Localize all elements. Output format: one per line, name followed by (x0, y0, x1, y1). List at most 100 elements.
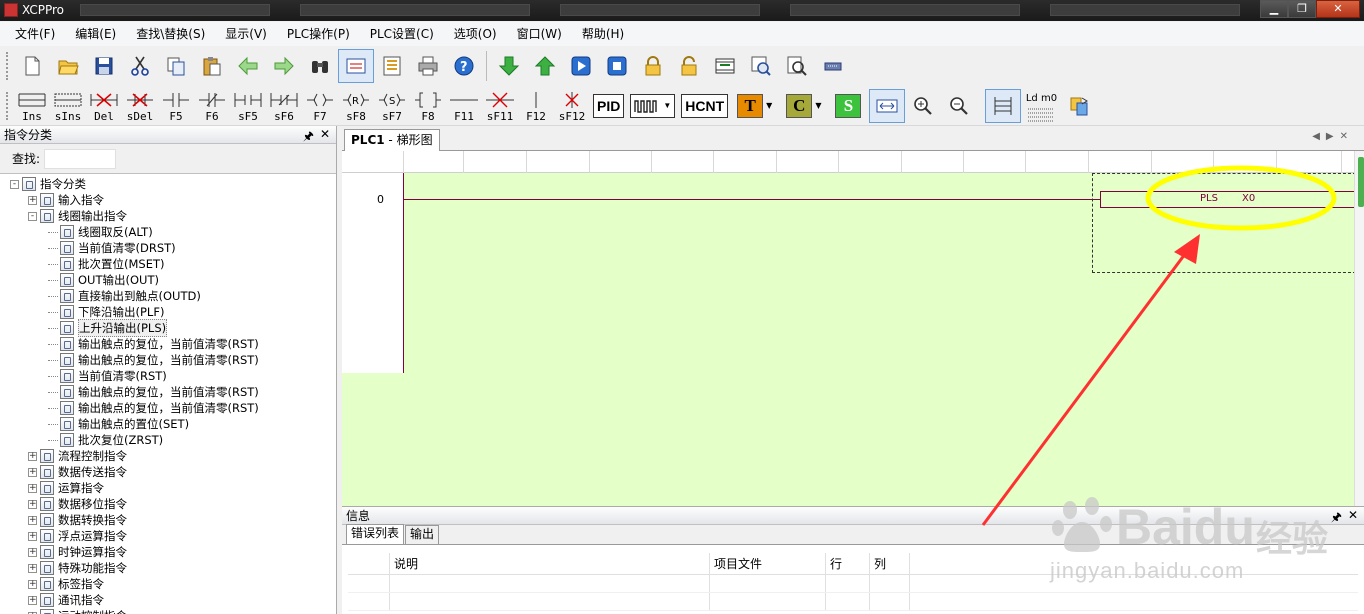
menu-plc-operation[interactable]: PLC操作(P) (276, 22, 359, 46)
expand-icon[interactable]: + (28, 515, 37, 525)
run-button[interactable] (563, 49, 599, 83)
tree-item[interactable]: 输出触点的复位，当前值清零(RST) (0, 384, 336, 400)
maximize-button[interactable]: ❐ (1288, 0, 1316, 18)
search-doc-button[interactable] (779, 49, 815, 83)
expand-icon[interactable]: + (28, 195, 37, 205)
tree-item[interactable]: 线圈取反(ALT) (0, 224, 336, 240)
paste-button[interactable] (194, 49, 230, 83)
tree-item[interactable]: 直接输出到触点(OUTD) (0, 288, 336, 304)
ladder-view-button[interactable] (338, 49, 374, 83)
tab-nav-arrows[interactable]: ◀▶✕ (1312, 131, 1354, 142)
tree-item[interactable]: 输出触点的置位(SET) (0, 416, 336, 432)
dropdown-arrow-icon[interactable]: ▼ (766, 101, 772, 110)
close-button[interactable]: ✕ (1316, 0, 1360, 18)
expand-icon[interactable]: + (28, 531, 37, 541)
col-header-description[interactable]: 说明 (390, 553, 710, 574)
tree-item[interactable]: + 通讯指令 (0, 592, 336, 608)
timer-button[interactable]: T (737, 93, 764, 118)
lock-button[interactable] (635, 49, 671, 83)
tree-item[interactable]: OUT输出(OUT) (0, 272, 336, 288)
expand-icon[interactable]: + (28, 483, 37, 493)
menu-window[interactable]: 窗口(W) (506, 22, 571, 46)
tab-plc1-ladder[interactable]: PLC1 - 梯形图 (344, 129, 440, 151)
tree-item[interactable]: + 标签指令 (0, 576, 336, 592)
tree-item[interactable]: - 指令分类 (0, 176, 336, 192)
coil-button[interactable]: F7 (302, 87, 338, 125)
delete-vertical-button[interactable]: sF12 (554, 87, 590, 125)
expand-icon[interactable]: + (28, 451, 37, 461)
vertical-line-button[interactable]: F12 (518, 87, 554, 125)
tree-item[interactable]: + 数据移位指令 (0, 496, 336, 512)
tab-output[interactable]: 输出 (405, 525, 440, 544)
no-contact-button[interactable]: F5 (158, 87, 194, 125)
menu-find-replace[interactable]: 查找\替换(S) (125, 22, 214, 46)
film-button[interactable] (707, 49, 743, 83)
col-header-project-file[interactable]: 项目文件 (710, 553, 826, 574)
vertical-scrollbar[interactable] (1354, 151, 1364, 506)
toolbar-grip[interactable] (6, 52, 10, 80)
tree-item[interactable]: 下降沿输出(PLF) (0, 304, 336, 320)
menu-plc-settings[interactable]: PLC设置(C) (359, 22, 443, 46)
tree-item[interactable]: 输出触点的复位，当前值清零(RST) (0, 336, 336, 352)
tree-item[interactable]: 上升沿输出(PLS) (0, 319, 336, 337)
tree-item[interactable]: 当前值清零(RST) (0, 368, 336, 384)
convert-button[interactable] (1061, 89, 1097, 123)
expand-icon[interactable]: + (28, 595, 37, 605)
menu-view[interactable]: 显示(V) (214, 22, 276, 46)
open-file-button[interactable] (50, 49, 86, 83)
tree-item[interactable]: + 流程控制指令 (0, 448, 336, 464)
comment-toggle-button[interactable] (869, 88, 906, 123)
tree-item[interactable]: + 数据转换指令 (0, 512, 336, 528)
search-input[interactable] (44, 148, 117, 169)
download-button[interactable] (491, 49, 527, 83)
cut-button[interactable] (122, 49, 158, 83)
list-view-button[interactable] (374, 49, 410, 83)
menu-help[interactable]: 帮助(H) (571, 22, 633, 46)
instruction-list-button[interactable]: Ld m0 (1021, 87, 1061, 125)
expand-icon[interactable]: + (28, 579, 37, 589)
dropdown-arrow-icon[interactable]: ▼ (815, 101, 821, 110)
parallel-no-button[interactable]: sF5 (230, 87, 266, 125)
help-button[interactable]: ? (446, 49, 482, 83)
menu-options[interactable]: 选项(O) (443, 22, 506, 46)
toolbar-grip[interactable] (6, 91, 10, 120)
tree-item[interactable]: - 线圈输出指令 (0, 208, 336, 224)
tree-item[interactable]: + 浮点运算指令 (0, 528, 336, 544)
stop-button[interactable] (599, 49, 635, 83)
undo-button[interactable] (230, 49, 266, 83)
tree-item[interactable]: + 数据传送指令 (0, 464, 336, 480)
menu-file[interactable]: 文件(F) (4, 22, 64, 46)
tree-item[interactable]: + 运算指令 (0, 480, 336, 496)
new-file-button[interactable] (14, 49, 50, 83)
tree-item[interactable]: 批次复位(ZRST) (0, 432, 336, 448)
tree-item[interactable]: + 特殊功能指令 (0, 560, 336, 576)
redo-button[interactable] (266, 49, 302, 83)
expand-icon[interactable]: + (28, 563, 37, 573)
insert-row-button[interactable]: Ins (14, 87, 50, 125)
nc-contact-button[interactable]: F6 (194, 87, 230, 125)
insert-column-button[interactable]: sIns (50, 87, 86, 125)
pin-icon[interactable]: 🖈 (303, 127, 314, 148)
comm-button[interactable] (815, 49, 851, 83)
ladder-canvas[interactable]: 0 PLS X0 (342, 151, 1364, 506)
set-coil-button[interactable]: SsF7 (374, 87, 410, 125)
zoom-in-button[interactable] (905, 89, 941, 123)
counter-button[interactable]: C (786, 93, 813, 118)
reset-coil-button[interactable]: RsF8 (338, 87, 374, 125)
hcnt-button[interactable]: HCNT (681, 93, 729, 118)
tree-item[interactable]: 批次置位(MSET) (0, 256, 336, 272)
tree-item[interactable]: +运动控制指令 (0, 608, 336, 614)
col-header-column[interactable]: 列 (870, 553, 910, 574)
expand-icon[interactable]: + (28, 547, 37, 557)
tab-error-list[interactable]: 错误列表 (346, 524, 405, 544)
instruction-box[interactable] (1100, 191, 1356, 208)
menu-edit[interactable]: 编辑(E) (64, 22, 125, 46)
copy-button[interactable] (158, 49, 194, 83)
minimize-button[interactable]: ▁ (1260, 0, 1288, 18)
upload-button[interactable] (527, 49, 563, 83)
scrollbar-thumb[interactable] (1358, 157, 1364, 207)
pid-button[interactable]: PID (593, 93, 625, 118)
ladder-grid-button[interactable] (985, 88, 1022, 123)
monitor-button[interactable] (743, 49, 779, 83)
instruction-button[interactable]: F8 (410, 87, 446, 125)
